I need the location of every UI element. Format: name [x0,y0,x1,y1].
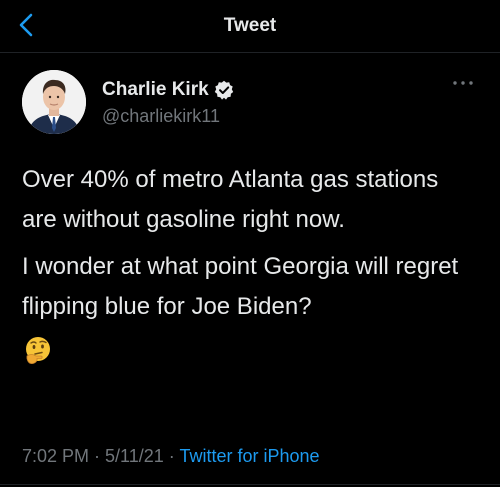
tweet-author: Charlie Kirk @charliekirk11 [22,70,482,134]
meta-separator: · [89,446,106,466]
divider [0,484,500,485]
tweet-body: Over 40% of metro Atlanta gas stations a… [22,160,478,366]
top-nav-bar: Tweet [0,0,500,53]
tweet-time: 7:02 PM [22,446,90,466]
more-options-icon[interactable] [450,76,476,90]
tweet-paragraph: I wonder at what point Georgia will regr… [22,253,459,320]
tweet-date: 5/11/21 [105,446,164,466]
avatar[interactable] [22,70,86,134]
page-title: Tweet [223,15,277,36]
user-handle[interactable]: @charliekirk11 [102,106,220,127]
thinking-face-icon [22,334,54,366]
tweet-metadata: 7:02 PM · 5/11/21 · Twitter for iPhone [22,446,320,467]
source-link[interactable]: Twitter for iPhone [179,446,319,466]
tweet-paragraph: Over 40% of metro Atlanta gas stations a… [22,166,439,233]
display-name[interactable]: Charlie Kirk [102,79,209,101]
display-name-row: Charlie Kirk [102,78,234,102]
verified-badge-icon [214,80,234,100]
meta-separator: · [163,446,180,466]
